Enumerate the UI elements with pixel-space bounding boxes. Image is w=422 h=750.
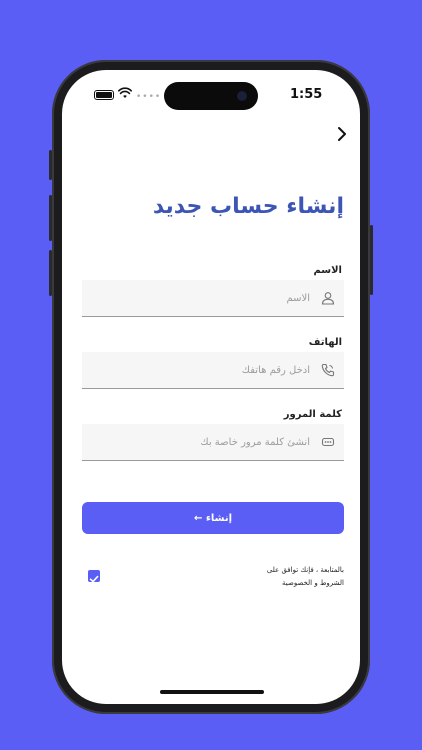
phone-icon	[321, 363, 335, 377]
phone-power-button	[370, 225, 373, 295]
name-field[interactable]	[82, 280, 344, 317]
dynamic-island	[164, 82, 258, 110]
status-bar: •••• 1:55	[62, 70, 360, 120]
page-title: إنشاء حساب جديد	[152, 194, 344, 219]
phone-input[interactable]	[100, 352, 310, 388]
create-account-button[interactable]: إنشاء ←	[82, 502, 344, 534]
checkmark-icon	[89, 575, 99, 583]
terms-checkbox[interactable]	[88, 570, 100, 583]
app-screen: •••• 1:55 إنشاء حساب جديد الاسم الهاتف ك…	[62, 70, 360, 704]
phone-side-button	[49, 150, 52, 180]
status-time: 1:55	[290, 87, 323, 102]
terms-text: بالمتابعة ، فإنك توافق على الشروط و الخص…	[194, 564, 344, 590]
terms-link[interactable]: الشروط و الخصوصية	[194, 577, 344, 590]
home-indicator	[160, 690, 264, 694]
phone-volume-down-button	[49, 250, 52, 296]
user-icon	[321, 292, 335, 305]
battery-icon	[94, 90, 114, 100]
name-input[interactable]	[100, 280, 310, 316]
camera-icon	[237, 91, 247, 101]
password-icon	[321, 437, 335, 447]
wifi-icon	[118, 87, 132, 98]
password-input[interactable]	[100, 424, 310, 460]
phone-field[interactable]	[82, 352, 344, 389]
phone-label: الهاتف	[308, 337, 342, 348]
phone-volume-up-button	[49, 195, 52, 241]
password-label: كلمة المرور	[283, 409, 342, 420]
terms-line-1: بالمتابعة ، فإنك توافق على	[266, 566, 344, 574]
password-field[interactable]	[82, 424, 344, 461]
name-label: الاسم	[313, 265, 342, 276]
chevron-right-icon[interactable]	[334, 126, 350, 142]
signal-icon: ••••	[136, 92, 162, 102]
